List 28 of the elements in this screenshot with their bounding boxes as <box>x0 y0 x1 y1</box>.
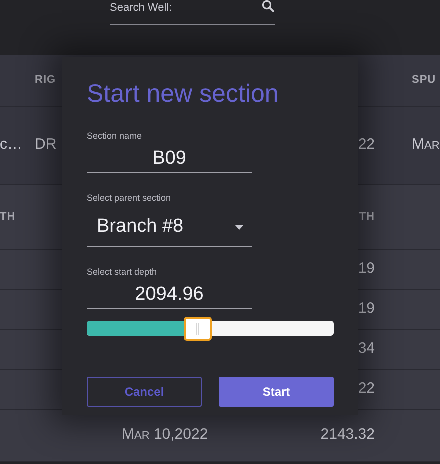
field-label: Section name <box>87 130 142 143</box>
column-header: TH <box>359 210 375 225</box>
table-cell-text: Mar <box>411 135 440 156</box>
section-name-field[interactable]: B09 <box>87 147 252 173</box>
dialog-title: Start new section <box>87 79 280 109</box>
table-cell-text: c… <box>0 135 22 156</box>
caret-icon <box>235 225 244 230</box>
table-cell-text: 19 <box>358 299 375 320</box>
column-header: TH <box>0 210 16 225</box>
table-cell-text: DR <box>35 135 57 156</box>
search-field[interactable]: Search Well: <box>110 0 275 25</box>
search-label: Search Well: <box>110 1 172 16</box>
field-label: Select parent section <box>87 192 172 205</box>
slider-thumb[interactable] <box>184 317 212 341</box>
table-cell-text: 2143.32 <box>320 425 375 446</box>
table-cell-text: 34 <box>358 339 375 360</box>
search-icon[interactable] <box>262 0 275 13</box>
start-depth-field[interactable]: 2094.96 <box>87 283 252 309</box>
table-cell-text: Mar 10,2022 <box>122 425 208 446</box>
table-cell-text: 22 <box>358 135 375 156</box>
column-header: RIG <box>35 73 56 88</box>
slider[interactable] <box>87 317 334 341</box>
table-cell-text: 22 <box>358 379 375 400</box>
start-button[interactable]: Start <box>219 377 334 407</box>
field-label: Select start depth <box>87 266 158 279</box>
parent-section-select[interactable]: Branch #8 <box>87 209 252 247</box>
table-cell-text: 19 <box>358 259 375 280</box>
column-header: SPU <box>411 73 436 88</box>
